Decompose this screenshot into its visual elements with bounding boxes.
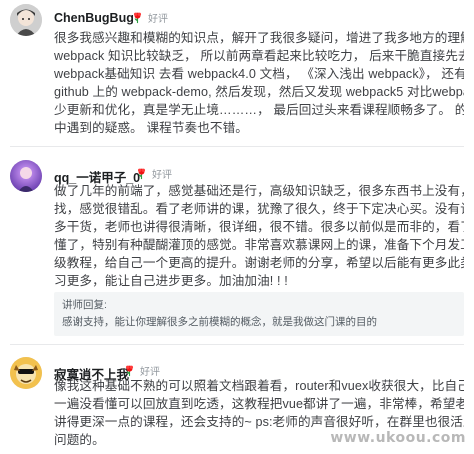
- rating-badge: 好评: [135, 166, 172, 181]
- teacher-reply: 讲师回复: 感谢支持，能让你理解很多之前模糊的概念，就是我做这门课的目的: [54, 292, 464, 336]
- rating-badge: 好评: [123, 363, 160, 378]
- review-text-line: webpack 知识比较缺乏， 所以前两章看起来比较吃力， 后来干脆直接先去恶补…: [54, 49, 464, 63]
- avatar[interactable]: [10, 160, 42, 192]
- rating-badge: 好评: [131, 10, 168, 25]
- watermark: www.ukoou.com: [330, 430, 466, 446]
- review-content: 很多我感兴趣和模糊的知识点，解开了我很多疑问，增进了我多地方的理解 。由于 we…: [54, 29, 464, 137]
- review-text-line: 讲得更深一点的课程，还会支持的~ ps:老师的声音很好听，在群里也很活跃，会耐心…: [54, 415, 464, 429]
- username[interactable]: ChenBugBug: [54, 11, 134, 25]
- rating-label: 好评: [140, 366, 160, 378]
- reply-label: 讲师回复:: [62, 299, 107, 311]
- reply-text: 感谢支持，能让你理解很多之前模糊的概念，就是我做这门课的目的: [62, 316, 377, 328]
- review-text-line: webpack基础知识 去看 webpack4.0 文档， 《深入浅出 webp…: [54, 67, 464, 81]
- rating-label: 好评: [152, 169, 172, 181]
- review-text-line: 懂了，特别有种醍醐灌顶的感觉。非常喜欢慕课网上的课，准备下个月发工资，再买点高: [54, 238, 464, 252]
- review-text-line: github 上的 webpack-demo, 然后发现，然后又发现 webpa…: [54, 85, 464, 99]
- review-text-line: 中遇到的疑惑。 课程节奏也不错。: [54, 121, 249, 135]
- flower-icon: [125, 365, 134, 376]
- flower-icon: [137, 168, 146, 179]
- rating-label: 好评: [148, 13, 168, 25]
- review-text-line: 习更多，能让自己进步更多。加油加油! ! !: [54, 274, 288, 288]
- review-text-line: 级教程，给自己一个更高的提升。谢谢老师的分享，希望以后能有更多此类的课程，能学: [54, 256, 464, 270]
- review-text-line: 多干货，老师也讲得很清晰，很详细，很不错。很多以前似是而非的，看了老师的课后也: [54, 220, 464, 234]
- review-text-line: 少更新和优化，真是学无止境………， 最后回过头来看课程顺畅多了。 的确解开了我在…: [54, 103, 464, 117]
- avatar[interactable]: [10, 4, 42, 36]
- review-text-line: 做了几年的前端了，感觉基础还是行，高级知识缺乏，很多东西书上没有，只有在网上乱: [54, 184, 464, 198]
- avatar-image: [10, 160, 42, 192]
- avatar-image: [10, 357, 42, 389]
- divider: [10, 146, 464, 147]
- avatar[interactable]: [10, 357, 42, 389]
- divider: [10, 344, 464, 345]
- review-text-line: 一遍没看懂可以回放直到吃透，这教程把vue都讲了一遍，非常棒，希望老师以后能出一…: [54, 397, 464, 411]
- review-content: 做了几年的前端了，感觉基础还是行，高级知识缺乏，很多东西书上没有，只有在网上乱 …: [54, 182, 464, 290]
- review-text-line: 找，感觉很错乱。看了老师讲的课，犹豫了很久，终于下定决心买。没有让我失望，很: [54, 202, 464, 216]
- flower-icon: [133, 12, 142, 23]
- avatar-image: [10, 4, 42, 36]
- review-text-line: 很多我感兴趣和模糊的知识点，解开了我很多疑问，增进了我多地方的理解 。由于: [54, 31, 464, 45]
- review-text-line: 像我这种基础不熟的可以照着文档跟着看，router和vuex收获很大，比自己看有…: [54, 379, 464, 393]
